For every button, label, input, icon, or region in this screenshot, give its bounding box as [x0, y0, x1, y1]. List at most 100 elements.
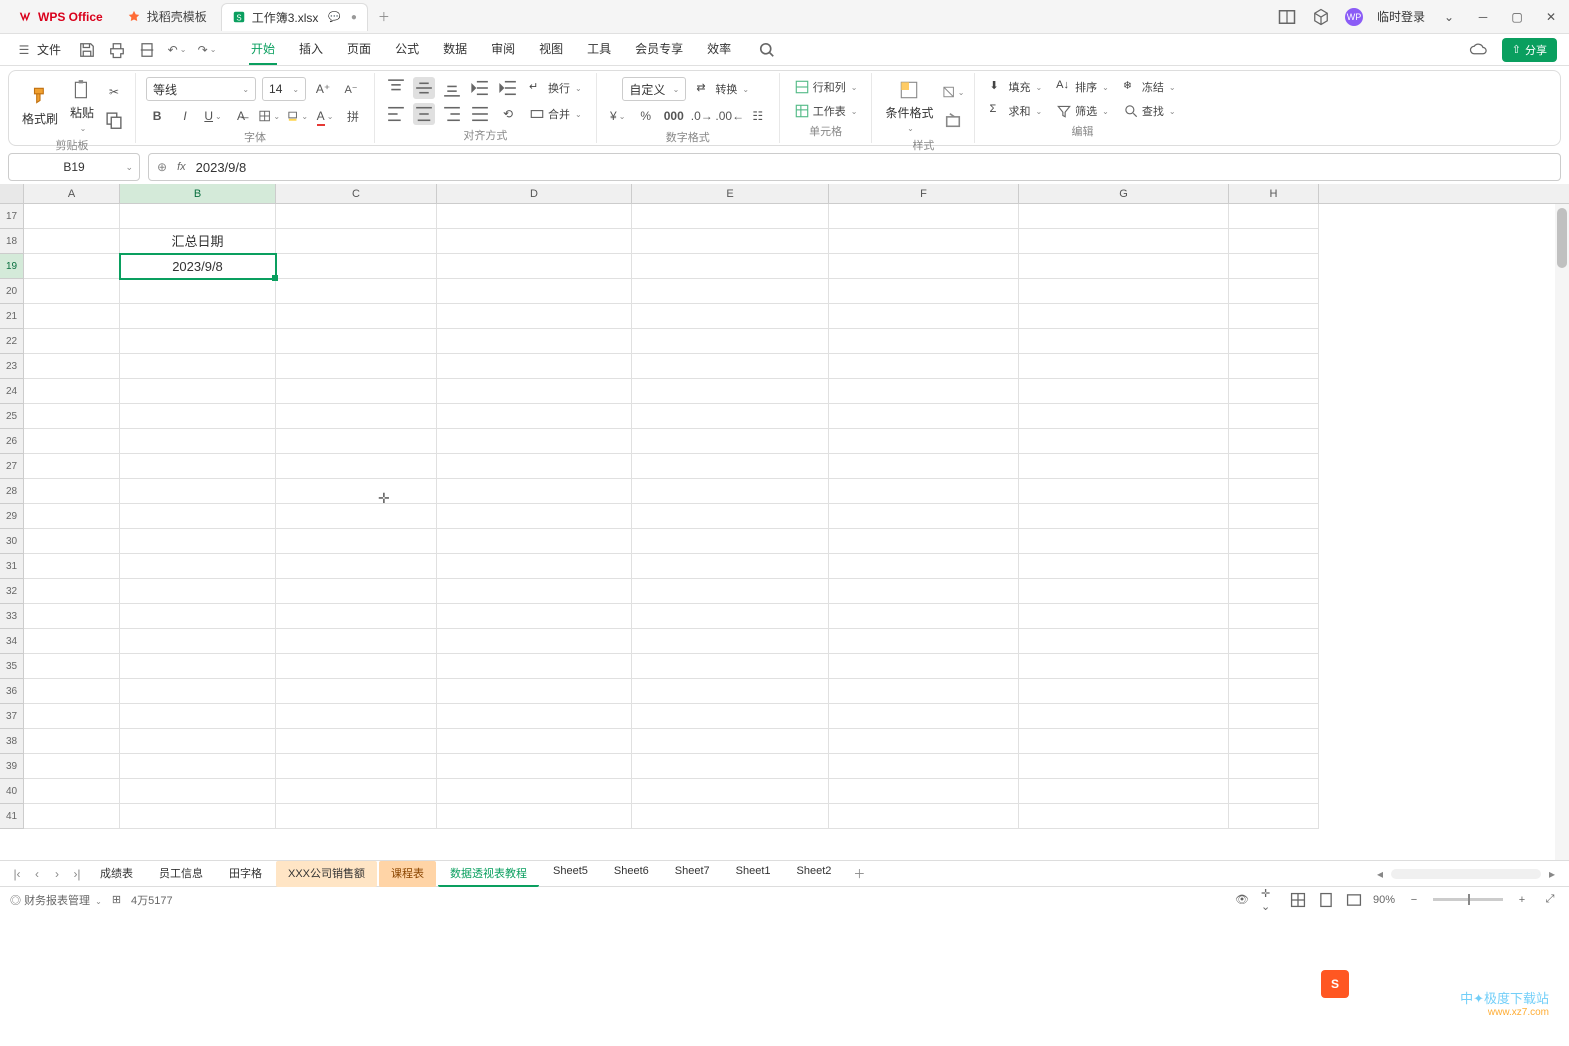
cell-A24[interactable]	[24, 379, 120, 404]
cell-H32[interactable]	[1229, 579, 1319, 604]
cell-F28[interactable]	[829, 479, 1019, 504]
cell-C17[interactable]	[276, 204, 437, 229]
row-header[interactable]: 34	[0, 629, 24, 654]
cell-A17[interactable]	[24, 204, 120, 229]
cell-A41[interactable]	[24, 804, 120, 829]
cell-C21[interactable]	[276, 304, 437, 329]
fullscreen-icon[interactable]: ⤢	[1541, 891, 1559, 909]
cell-A29[interactable]	[24, 504, 120, 529]
cell-B33[interactable]	[120, 604, 276, 629]
cell-G35[interactable]	[1019, 654, 1229, 679]
cell-F21[interactable]	[829, 304, 1019, 329]
cell-H21[interactable]	[1229, 304, 1319, 329]
cell-F37[interactable]	[829, 704, 1019, 729]
cell-C32[interactable]	[276, 579, 437, 604]
cell-H35[interactable]	[1229, 654, 1319, 679]
cell-H23[interactable]	[1229, 354, 1319, 379]
cell-C24[interactable]	[276, 379, 437, 404]
zoom-out-button[interactable]: −	[1405, 891, 1423, 909]
menu-tab-审阅[interactable]: 审阅	[489, 34, 517, 65]
cell-F41[interactable]	[829, 804, 1019, 829]
cell-F39[interactable]	[829, 754, 1019, 779]
sheet-tab-Sheet5[interactable]: Sheet5	[541, 861, 600, 887]
view-break-icon[interactable]	[1345, 891, 1363, 909]
cell-D36[interactable]	[437, 679, 632, 704]
cell-F35[interactable]	[829, 654, 1019, 679]
cell-G17[interactable]	[1019, 204, 1229, 229]
horizontal-scrollbar[interactable]	[1391, 869, 1541, 879]
cell-B27[interactable]	[120, 454, 276, 479]
cell-B26[interactable]	[120, 429, 276, 454]
cell-A30[interactable]	[24, 529, 120, 554]
row-header[interactable]: 19	[0, 254, 24, 279]
zoom-in-button[interactable]: +	[1513, 891, 1531, 909]
cell-D20[interactable]	[437, 279, 632, 304]
cell-C38[interactable]	[276, 729, 437, 754]
cell-H31[interactable]	[1229, 554, 1319, 579]
cell-H34[interactable]	[1229, 629, 1319, 654]
cell-G28[interactable]	[1019, 479, 1229, 504]
cell-C30[interactable]	[276, 529, 437, 554]
menu-tab-公式[interactable]: 公式	[393, 34, 421, 65]
cell-G24[interactable]	[1019, 379, 1229, 404]
sheet-tab-Sheet1[interactable]: Sheet1	[724, 861, 783, 887]
menu-tab-页面[interactable]: 页面	[345, 34, 373, 65]
cell-C23[interactable]	[276, 354, 437, 379]
cell-D38[interactable]	[437, 729, 632, 754]
cell-D32[interactable]	[437, 579, 632, 604]
col-header-F[interactable]: F	[829, 184, 1019, 203]
cell-C29[interactable]	[276, 504, 437, 529]
align-middle-icon[interactable]	[413, 77, 435, 99]
avatar[interactable]: WP	[1345, 8, 1363, 26]
cell-A22[interactable]	[24, 329, 120, 354]
cell-G37[interactable]	[1019, 704, 1229, 729]
justify-icon[interactable]	[469, 103, 491, 125]
cell-G27[interactable]	[1019, 454, 1229, 479]
cell-B24[interactable]	[120, 379, 276, 404]
cell-G31[interactable]	[1019, 554, 1229, 579]
col-header-E[interactable]: E	[632, 184, 829, 203]
cell-A39[interactable]	[24, 754, 120, 779]
cell-A20[interactable]	[24, 279, 120, 304]
cell-G23[interactable]	[1019, 354, 1229, 379]
cell-F36[interactable]	[829, 679, 1019, 704]
row-header[interactable]: 33	[0, 604, 24, 629]
cell-B35[interactable]	[120, 654, 276, 679]
cell-H37[interactable]	[1229, 704, 1319, 729]
cell-H19[interactable]	[1229, 254, 1319, 279]
font-size-combo[interactable]: 14⌄	[262, 77, 306, 101]
row-header[interactable]: 36	[0, 679, 24, 704]
paste-button[interactable]: 粘贴⌄	[67, 77, 97, 135]
row-header[interactable]: 35	[0, 654, 24, 679]
crosshair-icon[interactable]: ✛ ⌄	[1261, 891, 1279, 909]
cell-G19[interactable]	[1019, 254, 1229, 279]
decrease-indent-icon[interactable]	[469, 77, 491, 99]
cell-F33[interactable]	[829, 604, 1019, 629]
cell-D23[interactable]	[437, 354, 632, 379]
view-page-icon[interactable]	[1317, 891, 1335, 909]
col-header-H[interactable]: H	[1229, 184, 1319, 203]
cell-E29[interactable]	[632, 504, 829, 529]
cell-D31[interactable]	[437, 554, 632, 579]
cell-G32[interactable]	[1019, 579, 1229, 604]
cell-C39[interactable]	[276, 754, 437, 779]
view-normal-icon[interactable]	[1289, 891, 1307, 909]
convert-button[interactable]: ⇄转换⌄	[692, 79, 753, 99]
row-header[interactable]: 22	[0, 329, 24, 354]
cell-C22[interactable]	[276, 329, 437, 354]
cell-E36[interactable]	[632, 679, 829, 704]
number-settings-icon[interactable]: ☷	[747, 105, 769, 127]
cell-H26[interactable]	[1229, 429, 1319, 454]
row-header[interactable]: 23	[0, 354, 24, 379]
cell-A26[interactable]	[24, 429, 120, 454]
format-painter-button[interactable]: 格式刷	[19, 83, 61, 129]
cell-G20[interactable]	[1019, 279, 1229, 304]
maximize-button[interactable]: ▢	[1507, 7, 1527, 27]
row-header[interactable]: 31	[0, 554, 24, 579]
cell-A25[interactable]	[24, 404, 120, 429]
fill-button[interactable]: ⬇填充⌄	[985, 77, 1046, 97]
cell-F27[interactable]	[829, 454, 1019, 479]
menu-tab-开始[interactable]: 开始	[249, 34, 277, 65]
zoom-level[interactable]: 90%	[1373, 894, 1395, 906]
cell-G26[interactable]	[1019, 429, 1229, 454]
